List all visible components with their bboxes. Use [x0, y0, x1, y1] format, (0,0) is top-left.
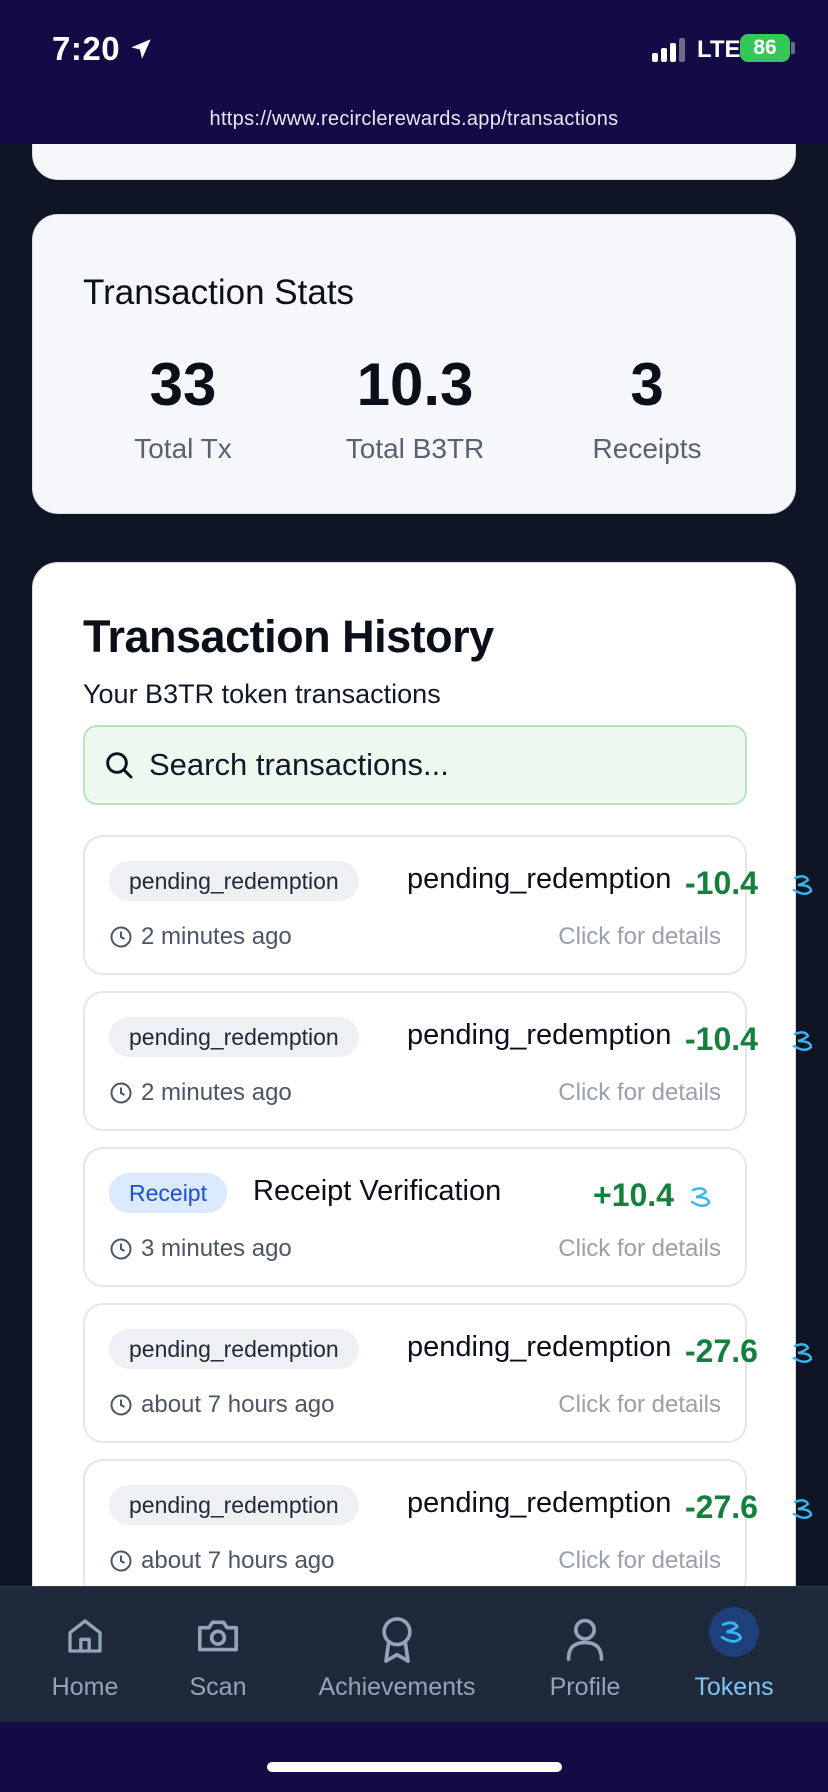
home-indicator-area — [0, 1722, 828, 1792]
transaction-amount: -10.4 — [685, 1021, 758, 1057]
transaction-time: about 7 hours ago — [141, 1391, 335, 1418]
previous-card — [32, 144, 796, 180]
transaction-tag: Receipt — [109, 1173, 227, 1213]
award-icon — [382, 1617, 412, 1663]
network-type: LTE — [697, 36, 741, 63]
cellular-signal-icon — [652, 36, 688, 62]
transaction-stats-card: Transaction Stats 33 Total Tx 10.3 Total… — [32, 214, 796, 514]
bottom-nav: Home Scan Achievements Profile Tokens — [0, 1586, 828, 1722]
camera-icon — [198, 1620, 238, 1652]
nav-label: Home — [51, 1673, 119, 1701]
clock-icon — [110, 1550, 132, 1572]
transaction-row[interactable]: pending_redemption pending_redemption -2… — [83, 1303, 813, 1443]
transaction-amount: -10.4 — [685, 865, 758, 901]
transaction-name: pending_redemption — [407, 1331, 672, 1363]
transaction-tag: pending_redemption — [109, 861, 359, 901]
details-link[interactable]: Click for details — [558, 1547, 721, 1575]
transaction-amount: -27.6 — [685, 1333, 758, 1369]
location-arrow-icon — [131, 39, 151, 59]
transaction-time: about 7 hours ago — [141, 1547, 335, 1574]
transaction-name: pending_redemption — [407, 1019, 672, 1051]
status-bar: 7:20 LTE 86 — [0, 0, 828, 100]
nav-label: Tokens — [694, 1673, 774, 1701]
nav-label: Scan — [189, 1673, 247, 1701]
transaction-tag: pending_redemption — [109, 1329, 359, 1369]
nav-item-tokens[interactable]: Tokens — [684, 1587, 784, 1723]
b3tr-token-icon — [690, 1187, 711, 1207]
page-content[interactable]: Transaction Stats 33 Total Tx 10.3 Total… — [0, 144, 828, 1586]
clock-icon — [110, 1394, 132, 1416]
transaction-name: pending_redemption — [407, 1487, 672, 1519]
stats-title: Transaction Stats — [83, 273, 355, 312]
nav-item-scan[interactable]: Scan — [168, 1587, 268, 1723]
nav-item-home[interactable]: Home — [30, 1587, 140, 1723]
battery-level: 86 — [753, 36, 777, 59]
transaction-time: 3 minutes ago — [141, 1235, 292, 1262]
b3tr-token-icon — [792, 875, 813, 895]
nav-label: Achievements — [318, 1673, 476, 1701]
b3tr-token-icon — [792, 1499, 813, 1519]
transaction-amount: -27.6 — [685, 1489, 758, 1525]
browser-top-bar: 7:20 LTE 86 https://www.recirclerewards.… — [0, 0, 828, 144]
details-link[interactable]: Click for details — [558, 1079, 721, 1107]
transaction-history-card: Transaction History Your B3TR token tran… — [32, 562, 813, 1586]
transaction-row[interactable]: pending_redemption pending_redemption -2… — [83, 1459, 813, 1586]
search-icon — [106, 752, 133, 779]
clock-icon — [110, 1238, 132, 1260]
stat-value: 10.3 — [356, 351, 474, 418]
stat-label: Receipts — [592, 433, 702, 464]
transaction-row[interactable]: pending_redemption pending_redemption -1… — [83, 835, 813, 975]
status-time: 7:20 — [52, 30, 121, 67]
user-icon — [566, 1618, 604, 1661]
clock-icon — [110, 926, 132, 948]
battery-indicator: 86 — [740, 34, 790, 62]
transaction-row[interactable]: pending_redemption pending_redemption -1… — [83, 991, 813, 1131]
nav-label: Profile — [549, 1673, 621, 1701]
stat-receipts: 3 Receipts — [537, 355, 757, 465]
details-link[interactable]: Click for details — [558, 1235, 721, 1263]
details-link[interactable]: Click for details — [558, 1391, 721, 1419]
transaction-time: 2 minutes ago — [141, 1079, 292, 1106]
stat-value: 3 — [630, 351, 664, 418]
transaction-tag: pending_redemption — [109, 1017, 359, 1057]
transaction-time: 2 minutes ago — [141, 923, 292, 950]
home-icon — [68, 1619, 102, 1653]
stat-total-b3tr: 10.3 Total B3TR — [305, 355, 525, 465]
nav-item-achievements[interactable]: Achievements — [312, 1587, 482, 1723]
transaction-tag: pending_redemption — [109, 1485, 359, 1525]
b3tr-token-icon — [792, 1343, 813, 1363]
history-title: Transaction History — [83, 611, 494, 662]
transaction-name: Receipt Verification — [253, 1175, 502, 1207]
battery-cap — [791, 42, 795, 54]
address-bar-url[interactable]: https://www.recirclerewards.app/transact… — [0, 108, 828, 131]
history-subtitle: Your B3TR token transactions — [83, 679, 441, 709]
stat-total-tx: 33 Total Tx — [73, 355, 293, 465]
stat-value: 33 — [149, 351, 217, 418]
transaction-row[interactable]: Receipt Receipt Verification +10.4 3 min… — [83, 1147, 747, 1287]
search-input[interactable] — [149, 741, 729, 789]
stat-label: Total B3TR — [345, 433, 485, 464]
b3tr-token-icon — [720, 1621, 742, 1643]
b3tr-token-icon — [792, 1031, 813, 1051]
clock-icon — [110, 1082, 132, 1104]
transaction-name: pending_redemption — [407, 863, 672, 895]
home-indicator[interactable] — [267, 1762, 562, 1772]
transaction-amount: +10.4 — [593, 1177, 674, 1213]
details-link[interactable]: Click for details — [558, 923, 721, 951]
search-box[interactable] — [83, 725, 747, 805]
stat-label: Total Tx — [134, 433, 232, 464]
nav-item-profile[interactable]: Profile — [535, 1587, 635, 1723]
